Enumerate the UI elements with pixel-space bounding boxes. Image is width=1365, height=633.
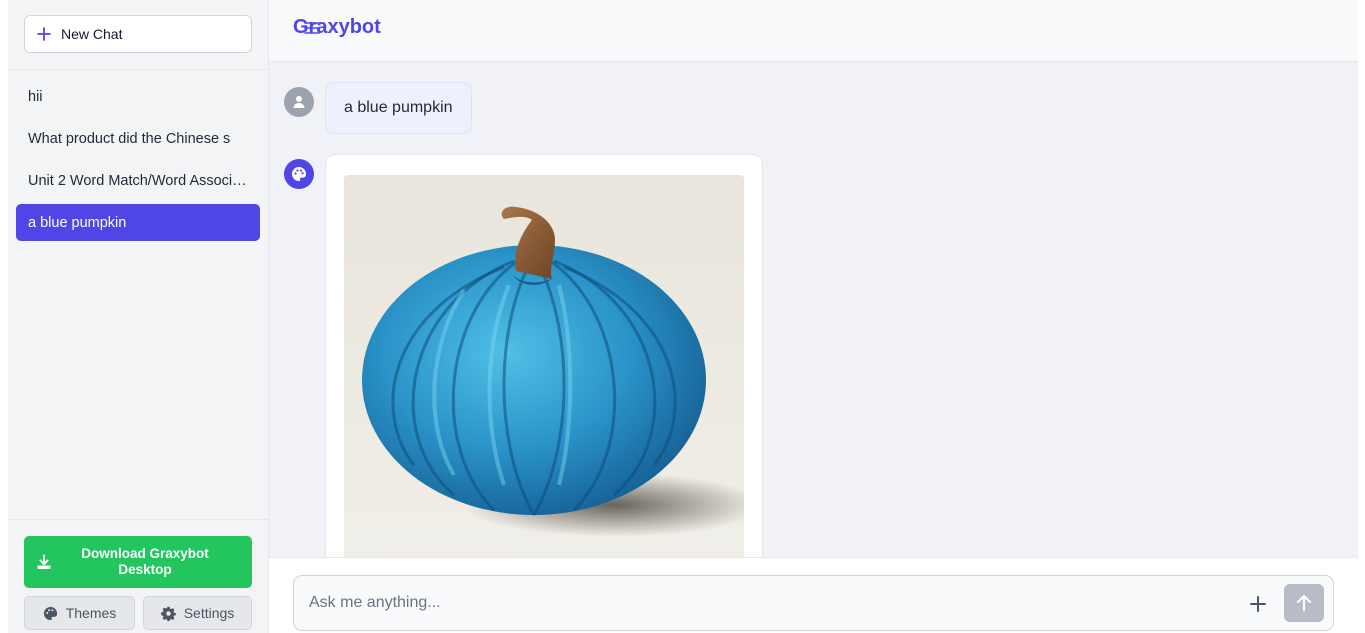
history-item[interactable]: What product did the Chinese s: [16, 120, 260, 157]
generated-image[interactable]: [344, 175, 744, 573]
download-desktop-button[interactable]: Download Graxybot Desktop: [24, 536, 252, 588]
history-item-label: Unit 2 Word Match/Word Association: [28, 172, 252, 189]
download-label-line1: Download Graxybot: [81, 546, 209, 561]
history-item[interactable]: hii: [16, 78, 260, 115]
sidebar-bottom-divider: [8, 519, 268, 520]
user-icon: [293, 96, 305, 108]
plus-icon: [37, 27, 51, 41]
hamburger-icon[interactable]: [304, 21, 320, 35]
palette-icon: [292, 166, 307, 181]
user-avatar: [284, 87, 314, 117]
new-chat-label: New Chat: [61, 26, 123, 42]
history-item[interactable]: Unit 2 Word Match/Word Association: [16, 162, 260, 199]
download-label-line2: Desktop: [118, 562, 172, 577]
download-icon: [37, 554, 51, 569]
send-button[interactable]: [1284, 584, 1324, 622]
sidebar: New Chat hii What product did the Chines…: [8, 0, 269, 633]
sidebar-divider: [8, 69, 268, 70]
user-message-text: a blue pumpkin: [344, 99, 453, 116]
right-edge: [1358, 0, 1365, 633]
download-label: Download Graxybot Desktop: [52, 546, 252, 578]
left-gutter: [0, 0, 8, 633]
history-item-label: hii: [28, 88, 43, 105]
new-chat-button[interactable]: New Chat: [24, 15, 252, 53]
history-item-active[interactable]: a blue pumpkin: [16, 204, 260, 241]
history-item-label: What product did the Chinese s: [28, 130, 231, 147]
chat-history-list: hii What product did the Chinese s Unit …: [16, 78, 260, 246]
header: Graxybot: [269, 0, 1358, 62]
plus-icon[interactable]: [1248, 594, 1268, 614]
main-panel: Graxybot a blue pumpkin: [269, 0, 1358, 633]
bot-response-card: [325, 154, 763, 574]
themes-button[interactable]: Themes: [24, 596, 135, 630]
palette-icon: [43, 606, 57, 620]
composer-area: [269, 557, 1358, 633]
composer: [293, 575, 1334, 631]
gear-icon: [160, 606, 176, 621]
bot-avatar: [284, 159, 314, 189]
arrow-up-icon: [1296, 594, 1312, 612]
themes-label: Themes: [65, 605, 117, 621]
settings-label: Settings: [183, 605, 235, 621]
settings-button[interactable]: Settings: [143, 596, 252, 630]
user-message-bubble: a blue pumpkin: [325, 82, 472, 134]
chat-input[interactable]: [309, 576, 1209, 630]
history-item-label: a blue pumpkin: [28, 214, 127, 231]
